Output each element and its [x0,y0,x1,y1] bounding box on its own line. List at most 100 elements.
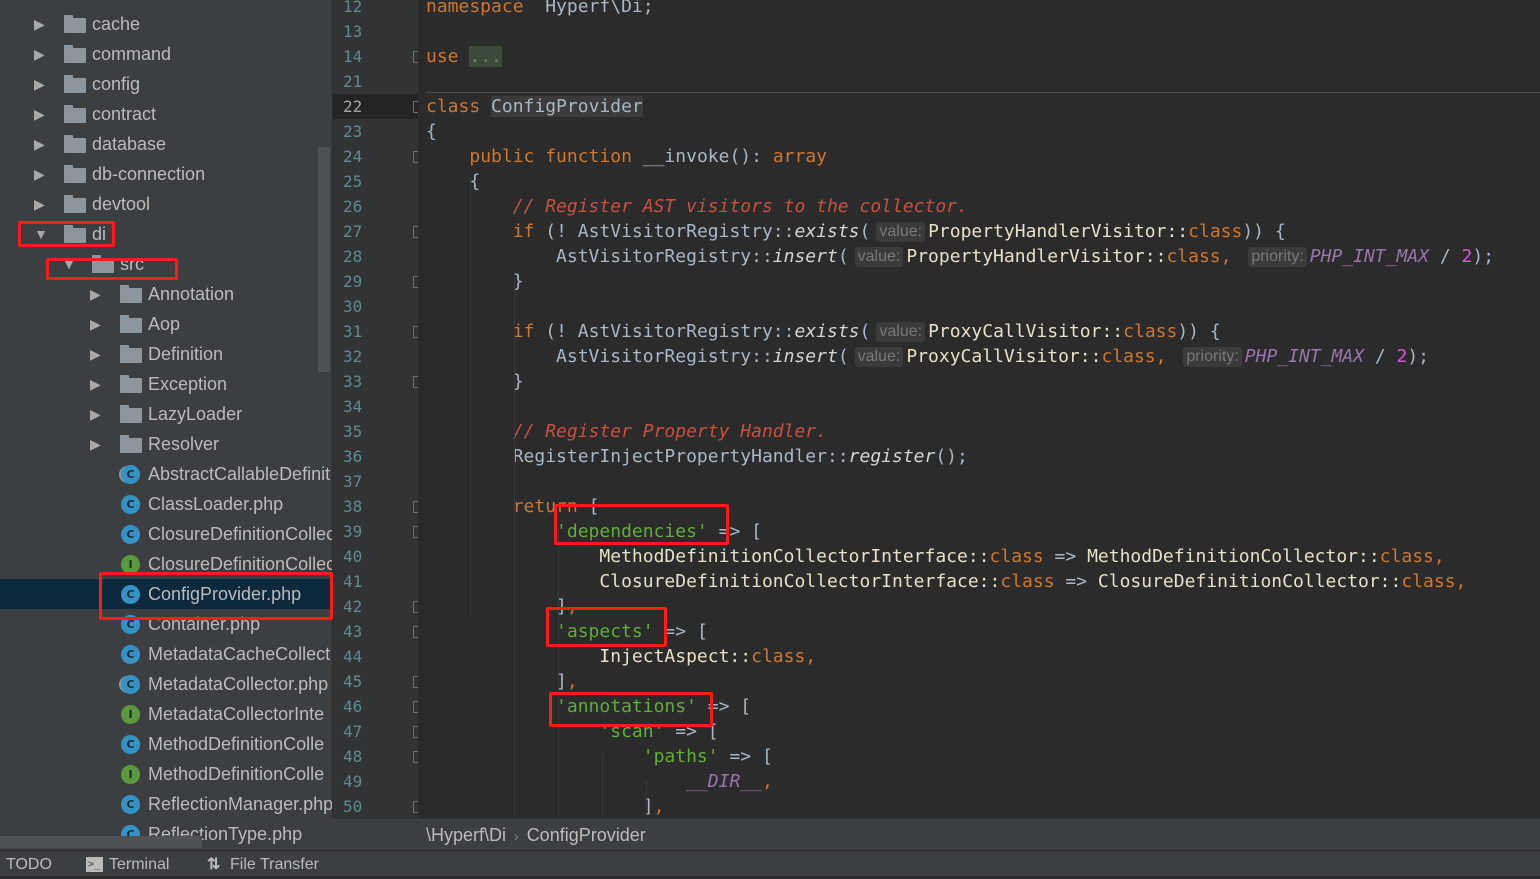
tree-item-label: devtool [92,194,151,214]
tree-item[interactable]: ▶ Annotation [0,279,332,309]
code-line: InjectAspect::class, [426,644,816,669]
tree-item[interactable]: C ReflectionManager.php [0,789,332,819]
tree-item[interactable]: ▶ config [0,69,332,99]
code-token: class [1166,246,1221,267]
indent-guide [558,530,559,817]
folder-icon [64,135,86,153]
tool-window-bar: TODO >_ Terminal ⇅ File Transfer [0,850,1540,876]
tree-item[interactable]: ▶ db-connection [0,159,332,189]
tree-item[interactable]: ▶ Resolver [0,429,332,459]
tree-item-label: command [92,44,172,64]
code-token: AstVisitorRegistry:: [426,346,773,367]
chevron-right-icon[interactable]: ▶ [90,309,101,339]
chevron-right-icon[interactable]: ▶ [90,279,101,309]
line-number: 41 [343,572,363,591]
chevron-right-icon[interactable]: ▶ [90,399,101,429]
tree-item[interactable]: I MetadataCollectorInte [0,699,332,729]
line-number: 36 [343,447,363,466]
code-line: AstVisitorRegistry::insert(value: Propert… [426,244,1494,269]
chevron-right-icon[interactable]: ▶ [34,39,45,69]
code-token: MethodDefinitionCollector:: [1087,546,1380,567]
code-line: // Register AST visitors to the collecto… [426,194,968,219]
tree-item[interactable]: ▶ database [0,129,332,159]
code-token: ClosureDefinitionCollectorInterface:: [599,571,1001,592]
annotation-box-annotations [549,692,713,727]
tree-item[interactable]: C MetadataCacheCollect [0,639,332,669]
tree-item[interactable]: ▶ command [0,39,332,69]
annotation-box-dependencies [554,504,729,545]
chevron-right-icon[interactable]: ▶ [34,129,45,159]
project-tree[interactable]: ▶ cache ▶ command ▶ config ▶ contract ▶ database ▶… [0,0,332,850]
tree-item-label: db-connection [92,164,206,184]
code-token: / [1363,346,1397,367]
class-icon: C [121,525,140,544]
code-token: class, [751,646,817,667]
annotation-box-aspects [546,607,667,647]
tree-item-label: Aop [148,314,181,334]
tree-item-label: Exception [148,374,228,394]
breadcrumb-namespace[interactable]: \Hyperf\Di [426,825,506,845]
tree-item[interactable]: ▶ cache [0,9,332,39]
tree-item[interactable]: C ClosureDefinitionCollec [0,519,332,549]
tree-item[interactable]: ▶ Exception [0,369,332,399]
code-token: register [848,446,936,467]
indent-guide [602,755,603,817]
tree-item[interactable]: C MethodDefinitionColle [0,729,332,759]
line-number: 22 [333,94,419,119]
breadcrumb-class[interactable]: ConfigProvider [527,825,646,845]
vertical-scrollbar[interactable] [318,147,330,372]
code-token: 2 [1396,346,1408,367]
tree-item[interactable]: I MethodDefinitionColle [0,759,332,789]
chevron-right-icon[interactable]: ▶ [34,189,45,219]
horizontal-scrollbar[interactable] [0,836,202,848]
tree-item[interactable]: C ClassLoader.php [0,489,332,519]
code-token: => [1054,571,1098,592]
tree-item[interactable]: C AbstractCallableDefinit [0,459,332,489]
tree-item-label: config [92,74,141,94]
code-token: if [512,321,535,342]
line-number: 23 [343,122,363,141]
line-number: 35 [343,422,363,441]
code-token: Hyperf\Di; [523,0,654,17]
tree-item[interactable]: ▶ contract [0,99,332,129]
code-token: ] [426,671,567,692]
tree-item[interactable]: C MetadataCollector.php [0,669,332,699]
line-number: 31 [343,322,363,341]
chevron-right-icon[interactable]: ▶ [34,159,45,189]
code-token: if [512,221,535,242]
code-line: if (! AstVisitorRegistry::exists(value: P… [426,219,1286,244]
tree-item[interactable]: ▶ Definition [0,339,332,369]
code-token[interactable]: ... [469,46,502,67]
code-token: ); [1472,246,1495,267]
indent-guide [470,178,471,617]
todo-tab[interactable]: TODO [6,851,52,879]
folder-icon [64,195,86,213]
line-number: 30 [343,297,363,316]
chevron-right-icon[interactable]: ▶ [90,429,101,459]
annotation-box-di [18,221,115,247]
tree-item[interactable]: ▶ Aop [0,309,332,339]
code-token: , [1220,246,1243,267]
tree-item[interactable]: ▶ devtool [0,189,332,219]
chevron-right-icon[interactable]: ▶ [34,9,45,39]
code-line: ], [426,669,578,694]
chevron-right-icon[interactable]: ▶ [90,369,101,399]
code-token: class, [1401,571,1467,592]
annotation-box-configprovider [99,572,333,620]
class-icon: C [121,795,140,814]
chevron-right-icon[interactable]: ▶ [34,99,45,129]
folder-icon [120,345,142,363]
terminal-tab[interactable]: Terminal [109,851,169,879]
tree-item[interactable]: ▶ LazyLoader [0,399,332,429]
code-token: (! AstVisitorRegistry:: [534,221,795,242]
file-transfer-tab[interactable]: File Transfer [230,851,319,879]
chevron-right-icon[interactable]: ▶ [90,339,101,369]
code-token: => [1043,546,1088,567]
line-number: 21 [343,72,363,91]
class-icon: C [121,645,140,664]
code-token: => [ [718,746,773,767]
chevron-right-icon[interactable]: ▶ [34,69,45,99]
code-token: PropertyHandlerVisitor:: [906,246,1167,267]
line-number: 12 [343,0,363,16]
